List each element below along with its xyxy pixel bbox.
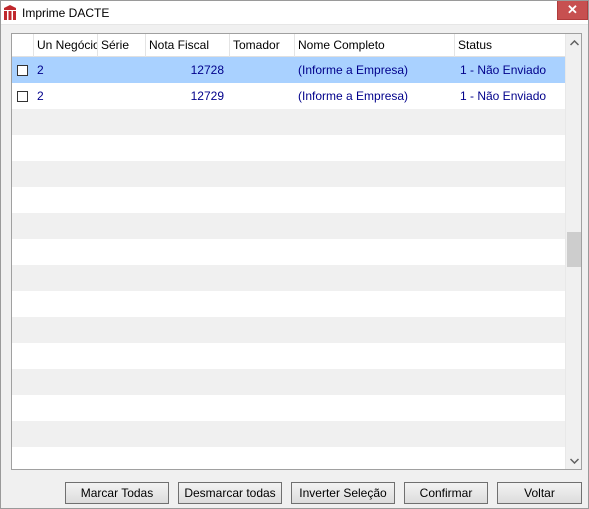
empty-row — [12, 239, 565, 265]
empty-row — [12, 109, 565, 135]
scroll-down-button[interactable] — [566, 452, 581, 469]
grid-rows: 2 12728 (Informe a Empresa) 1 - Não Envi… — [12, 57, 565, 469]
grid-header: Un Negócio Série Nota Fiscal Tomador Nom… — [12, 34, 565, 57]
empty-row — [12, 369, 565, 395]
empty-row — [12, 161, 565, 187]
desmarcar-todas-button[interactable]: Desmarcar todas — [178, 482, 282, 504]
column-header-un-negocio[interactable]: Un Negócio — [34, 34, 98, 57]
close-icon: ✕ — [567, 2, 578, 17]
column-header-tomador[interactable]: Tomador — [230, 34, 295, 57]
vertical-scrollbar[interactable] — [565, 34, 581, 469]
cell-serie — [101, 83, 145, 109]
empty-row — [12, 265, 565, 291]
column-header-nota-fiscal[interactable]: Nota Fiscal — [146, 34, 230, 57]
column-header-nome-completo[interactable]: Nome Completo — [295, 34, 455, 57]
empty-row — [12, 343, 565, 369]
empty-row — [12, 395, 565, 421]
empty-row — [12, 187, 565, 213]
app-logo-icon — [3, 5, 17, 21]
row-checkbox[interactable] — [17, 91, 28, 102]
empty-row — [12, 421, 565, 447]
cell-tomador — [233, 57, 293, 83]
table-row[interactable]: 2 12728 (Informe a Empresa) 1 - Não Envi… — [12, 57, 565, 83]
cell-status: 1 - Não Enviado — [460, 63, 547, 77]
cell-nota-fiscal: 12728 — [190, 63, 224, 77]
cell-nome-completo: (Informe a Empresa) — [298, 89, 409, 103]
empty-row — [12, 291, 565, 317]
empty-row — [12, 317, 565, 343]
window-title: Imprime DACTE — [22, 6, 110, 20]
confirmar-button[interactable]: Confirmar — [404, 482, 488, 504]
empty-row — [12, 447, 565, 469]
title-bar: Imprime DACTE ✕ — [1, 1, 588, 25]
row-checkbox[interactable] — [17, 65, 28, 76]
inverter-selecao-button[interactable]: Inverter Seleção — [291, 482, 395, 504]
cell-un-negocio: 2 — [37, 89, 44, 103]
column-header-checkbox[interactable] — [12, 34, 34, 57]
cell-un-negocio: 2 — [37, 63, 44, 77]
column-header-status[interactable]: Status — [455, 34, 565, 57]
cell-nome-completo: (Informe a Empresa) — [298, 63, 409, 77]
cell-serie — [101, 57, 145, 83]
scrollbar-thumb[interactable] — [567, 232, 581, 267]
close-button[interactable]: ✕ — [557, 1, 588, 20]
cell-nota-fiscal: 12729 — [190, 89, 224, 103]
cell-tomador — [233, 83, 293, 109]
empty-row — [12, 135, 565, 161]
dacte-grid: Un Negócio Série Nota Fiscal Tomador Nom… — [11, 33, 582, 470]
empty-row — [12, 213, 565, 239]
voltar-button[interactable]: Voltar — [497, 482, 582, 504]
scroll-up-button[interactable] — [566, 34, 581, 51]
marcar-todas-button[interactable]: Marcar Todas — [65, 482, 169, 504]
chevron-up-icon — [570, 39, 579, 46]
dacte-print-window: Imprime DACTE ✕ Un Negócio Série Nota Fi… — [0, 0, 589, 509]
cell-status: 1 - Não Enviado — [460, 89, 547, 103]
table-row[interactable]: 2 12729 (Informe a Empresa) 1 - Não Envi… — [12, 83, 565, 109]
column-header-serie[interactable]: Série — [98, 34, 146, 57]
chevron-down-icon — [570, 457, 579, 464]
